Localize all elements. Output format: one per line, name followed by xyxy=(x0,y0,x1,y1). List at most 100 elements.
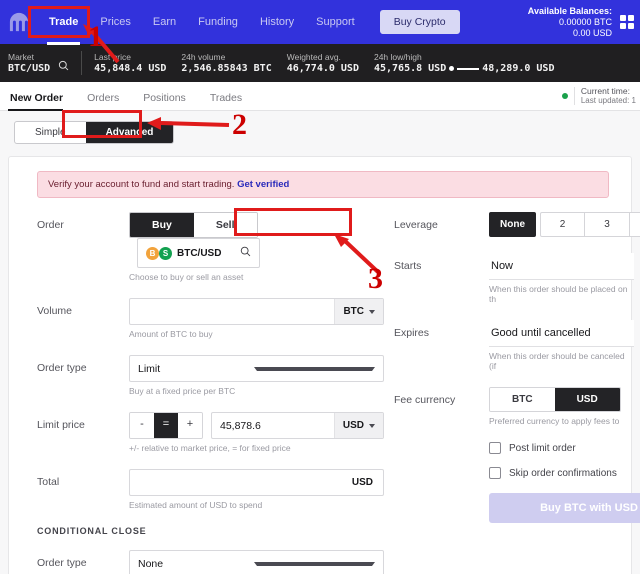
usd-coin-icon: S xyxy=(159,246,172,260)
verify-account-banner: Verify your account to fund and start tr… xyxy=(37,171,609,198)
starts-select[interactable]: Now xyxy=(489,253,634,280)
skip-order-confirmations-checkbox[interactable] xyxy=(489,467,501,479)
nav-item-trade[interactable]: Trade xyxy=(38,10,89,45)
total-unit-label: USD xyxy=(351,477,373,488)
leverage-option-2[interactable]: 2 xyxy=(540,212,585,237)
fee-currency-btc-button[interactable]: BTC xyxy=(490,388,555,411)
pair-label: BTC/USD xyxy=(177,247,222,259)
nav-item-trade-label: Trade xyxy=(49,16,79,28)
divider xyxy=(81,51,83,75)
verify-account-text: Verify your account to fund and start tr… xyxy=(48,179,235,190)
tab-trades[interactable]: Trades xyxy=(208,92,252,110)
price-plus-button[interactable]: + xyxy=(178,413,202,438)
status-dot-icon xyxy=(561,93,568,99)
volume-row: Volume BTC Amount of BTC to buy xyxy=(37,298,384,339)
volume-unit-label: BTC xyxy=(343,306,364,317)
order-type-select[interactable]: Limit xyxy=(129,355,384,382)
leverage-option-3[interactable]: 3 xyxy=(585,212,630,237)
post-limit-order-row[interactable]: Post limit order xyxy=(489,442,634,454)
total-hint: Estimated amount of USD to spend xyxy=(129,500,263,510)
get-verified-link[interactable]: Get verified xyxy=(237,179,289,190)
order-panel-tabs: New Order Orders Positions Trades Curren… xyxy=(0,82,640,111)
starts-value: Now xyxy=(491,260,514,272)
expires-label: Expires xyxy=(394,327,430,339)
main-nav-items: Trade Prices Earn Funding History Suppor… xyxy=(38,10,366,45)
nav-item-support-label: Support xyxy=(316,16,355,28)
total-label: Total xyxy=(37,476,60,488)
limit-price-unit-label: USD xyxy=(342,420,364,431)
total-input[interactable] xyxy=(130,470,342,495)
kraken-logo-icon[interactable] xyxy=(8,12,30,32)
range-dot-icon xyxy=(449,66,455,71)
chevron-down-icon xyxy=(253,366,375,371)
volume-hint: Amount of BTC to buy xyxy=(129,329,213,339)
limit-price-unit-dropdown[interactable]: USD xyxy=(333,413,383,438)
mode-advanced-button[interactable]: Advanced xyxy=(85,122,174,143)
balance-usd: 0.00 USD xyxy=(572,27,612,38)
leverage-option-4[interactable]: 4 xyxy=(630,212,640,237)
chevron-down-icon xyxy=(253,561,375,566)
buy-button[interactable]: Buy xyxy=(130,213,194,237)
tab-positions[interactable]: Positions xyxy=(141,92,196,110)
total-row: Total USD Estimated amount of USD to spe… xyxy=(37,469,384,510)
balance-btc: 0.00000 BTC xyxy=(558,16,612,27)
order-type-label: Order type xyxy=(37,362,87,374)
order-mode-row: Simple Advanced xyxy=(0,111,640,156)
stat-last-price-label: Last price xyxy=(94,51,132,62)
volume-label: Volume xyxy=(37,305,73,317)
expires-row: Expires Good until cancelled When this o… xyxy=(394,320,634,371)
last-updated-label: Last updated: 1 xyxy=(580,96,636,105)
nav-item-earn[interactable]: Earn xyxy=(142,10,187,34)
submit-order-button[interactable]: Buy BTC with USD xyxy=(489,493,640,523)
limit-price-input[interactable] xyxy=(212,413,334,438)
pair-selector[interactable]: B S BTC/USD xyxy=(137,238,261,268)
mode-simple-button[interactable]: Simple xyxy=(15,122,86,143)
volume-unit-dropdown[interactable]: BTC xyxy=(334,299,383,324)
price-equals-button[interactable]: = xyxy=(154,413,178,438)
nav-item-history[interactable]: History xyxy=(249,10,305,34)
total-inputbox: USD xyxy=(129,469,384,496)
tab-orders[interactable]: Orders xyxy=(85,92,129,110)
top-navigation-bar: Trade Prices Earn Funding History Suppor… xyxy=(0,0,640,45)
limit-price-hint: +/- relative to market price, = for fixe… xyxy=(129,443,291,453)
nav-item-support[interactable]: Support xyxy=(305,10,366,34)
market-selector[interactable]: Market BTC/USD xyxy=(8,52,69,75)
btc-coin-icon: B xyxy=(146,246,159,260)
order-mode-toggle: Simple Advanced xyxy=(14,121,175,144)
skip-order-confirmations-row[interactable]: Skip order confirmations xyxy=(489,467,634,479)
tab-new-order[interactable]: New Order xyxy=(8,92,73,111)
stat-24h-volume: 24h volume 2,546.85843 BTC xyxy=(181,52,271,75)
limit-price-row: Limit price - = + USD xyxy=(37,412,384,453)
expires-select[interactable]: Good until cancelled xyxy=(489,320,634,347)
nav-item-history-label: History xyxy=(259,16,295,28)
fee-currency-toggle: BTC USD xyxy=(489,387,621,412)
skip-order-confirmations-label: Skip order confirmations xyxy=(509,467,617,479)
new-order-form-card: Verify your account to fund and start tr… xyxy=(8,156,640,574)
sell-button[interactable]: Sell xyxy=(193,213,257,237)
conditional-close-title: CONDITIONAL CLOSE xyxy=(37,526,147,536)
trading-page: Trade Prices Earn Funding History Suppor… xyxy=(0,0,640,574)
order-type-row: Order type Limit Buy at a fixed price pe… xyxy=(37,355,384,396)
chevron-down-icon xyxy=(369,309,375,314)
leverage-option-none[interactable]: None xyxy=(489,212,536,237)
conditional-order-type-select[interactable]: None xyxy=(129,550,384,574)
nav-item-earn-label: Earn xyxy=(152,16,177,28)
search-icon[interactable] xyxy=(240,244,251,262)
nav-item-funding[interactable]: Funding xyxy=(187,10,249,34)
fee-currency-usd-button[interactable]: USD xyxy=(554,388,620,411)
nav-item-prices-label: Prices xyxy=(100,16,131,28)
stat-weighted-avg-value: 46,774.0 USD xyxy=(286,62,359,74)
chevron-down-icon xyxy=(369,423,375,428)
starts-row: Starts Now When this order should be pla… xyxy=(394,253,634,304)
post-limit-order-checkbox[interactable] xyxy=(489,442,501,454)
market-label: Market xyxy=(8,51,34,62)
form-right-column: Leverage None 2 3 4 Starts xyxy=(384,212,640,574)
volume-input[interactable] xyxy=(130,299,335,324)
price-minus-button[interactable]: - xyxy=(130,413,154,438)
buy-crypto-button[interactable]: Buy Crypto xyxy=(379,10,460,34)
stat-weighted-avg: Weighted avg. 46,774.0 USD xyxy=(287,52,359,75)
apps-grid-icon[interactable] xyxy=(620,15,634,29)
nav-item-prices[interactable]: Prices xyxy=(89,10,142,34)
stat-last-price-value: 45,848.4 USD xyxy=(94,62,167,74)
search-icon[interactable] xyxy=(58,58,69,70)
